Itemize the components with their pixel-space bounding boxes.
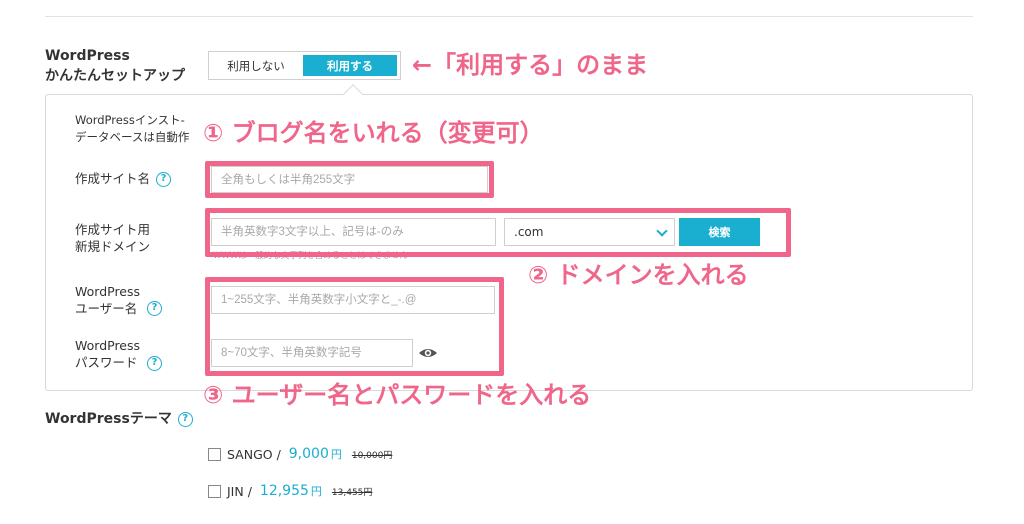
wp-user-label: WordPress ユーザー名: [75, 283, 140, 317]
theme-checkbox[interactable]: [208, 484, 221, 498]
theme-name: JIN: [227, 483, 244, 499]
toggle-option-not-use[interactable]: 利用しない: [209, 52, 303, 79]
annotation-step2: ② ドメインを入れる: [528, 261, 749, 289]
wp-easy-setup-label: WordPress かんたんセットアップ: [45, 46, 185, 86]
domain-label-line1: 作成サイト用: [75, 222, 151, 237]
wp-password-label: WordPress パスワード: [75, 337, 140, 371]
install-note: WordPressインスト- データベースは自動作: [75, 112, 189, 146]
help-icon[interactable]: ?: [147, 356, 162, 371]
annotation-keep-use: ←「利用する」のまま: [412, 51, 649, 79]
help-icon[interactable]: ?: [156, 172, 172, 187]
domain-label: 作成サイト用 新規ドメイン: [75, 221, 150, 255]
domain-label-line2: 新規ドメイン: [75, 239, 151, 254]
install-note-line1: WordPressインスト-: [75, 113, 185, 127]
install-note-line2: データベースは自動作: [75, 130, 190, 144]
wp-password-label-line2: パスワード: [75, 355, 138, 370]
wp-password-label-line1: WordPress: [75, 338, 141, 353]
theme-label: WordPressテーマ?: [45, 409, 193, 429]
annotation-step1: ① ブログ名をいれる（変更可）: [203, 119, 544, 147]
theme-separator: /: [272, 446, 285, 462]
wp-user-label-line1: WordPress: [75, 284, 141, 299]
theme-price: 9,000: [288, 446, 329, 462]
theme-old-price: 13,455円: [331, 487, 373, 498]
highlight-domain: [205, 208, 791, 257]
highlight-user-password: [205, 277, 504, 376]
wp-easy-setup-label-line1: WordPress: [45, 48, 130, 64]
highlight-site-name: [205, 161, 494, 198]
site-name-label: 作成サイト名?: [75, 170, 172, 187]
help-icon[interactable]: ?: [177, 411, 193, 427]
theme-option[interactable]: SANGO / 9,000 円 10,000円: [208, 446, 392, 462]
toggle-option-use[interactable]: 利用する: [303, 55, 397, 76]
theme-price-yen: 円: [310, 485, 322, 498]
annotation-step3: ③ ユーザー名とパスワードを入れる: [203, 381, 592, 409]
theme-separator: /: [243, 483, 256, 499]
theme-price-yen: 円: [330, 448, 342, 461]
theme-old-price: 10,000円: [351, 450, 393, 461]
theme-checkbox[interactable]: [208, 447, 221, 461]
wp-easy-setup-toggle: 利用しない 利用する: [208, 51, 401, 80]
top-divider: [45, 16, 973, 17]
theme-price: 12,955: [259, 483, 309, 499]
wp-easy-setup-label-line2: かんたんセットアップ: [45, 68, 185, 84]
wp-user-label-line2: ユーザー名: [75, 301, 138, 316]
theme-label-text: WordPressテーマ: [45, 411, 172, 427]
theme-name: SANGO: [227, 446, 273, 462]
site-name-label-text: 作成サイト名: [75, 171, 151, 186]
help-icon[interactable]: ?: [147, 301, 162, 316]
theme-option[interactable]: JIN / 12,955 円 13,455円: [208, 483, 372, 499]
